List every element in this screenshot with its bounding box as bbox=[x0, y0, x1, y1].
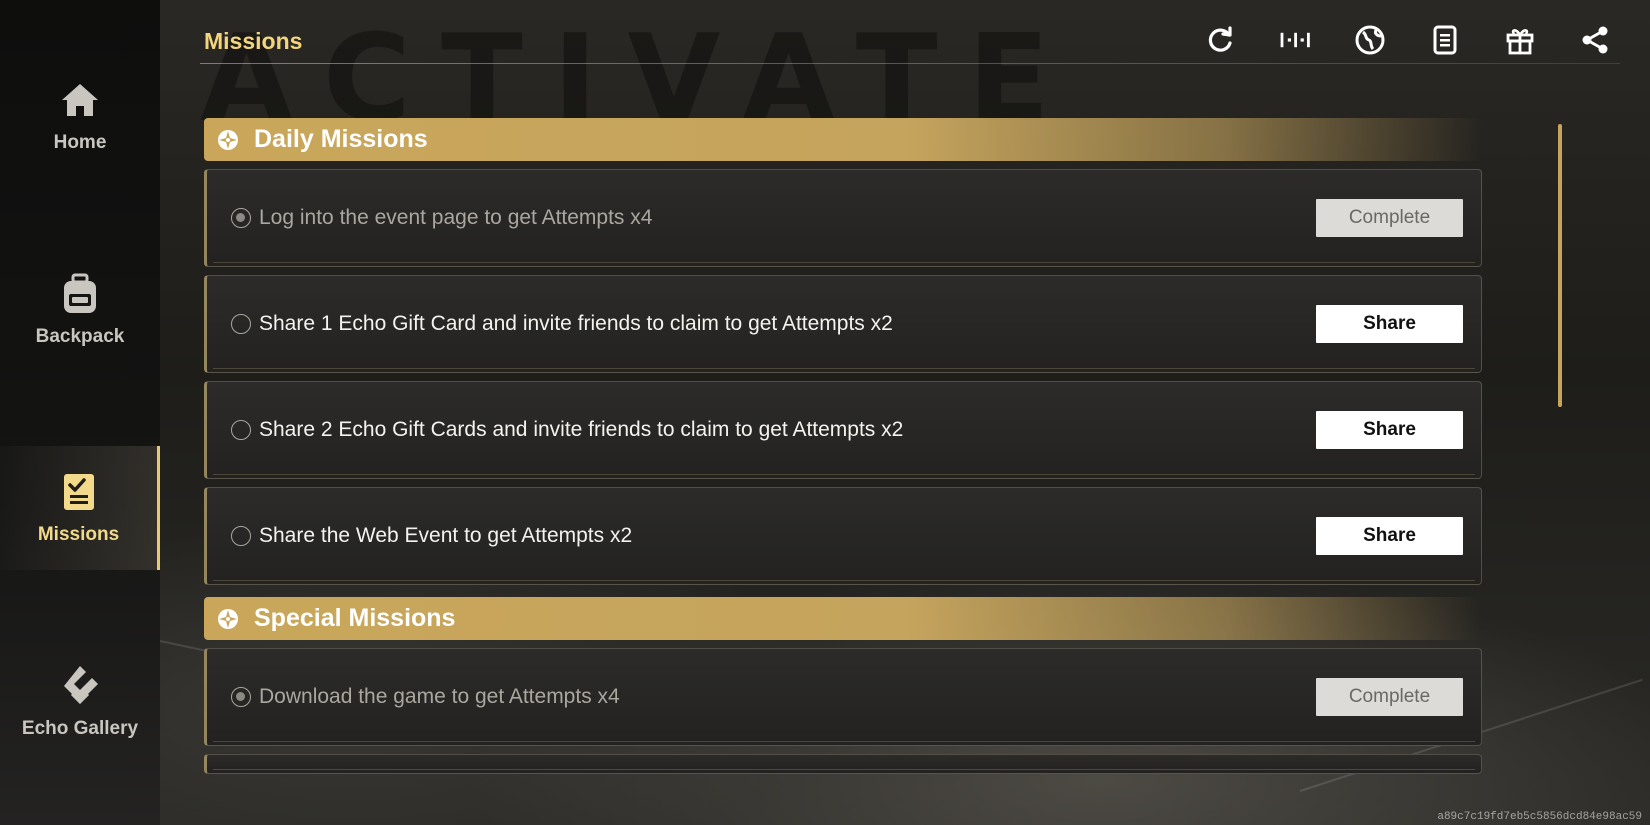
sidebar-item-label: Backpack bbox=[35, 326, 125, 347]
missions-clipboard-icon bbox=[63, 474, 94, 510]
mission-status-radio bbox=[231, 687, 251, 707]
missions-list: Daily Missions Log into the event page t… bbox=[204, 118, 1482, 774]
progress-button[interactable] bbox=[1257, 22, 1332, 58]
complete-button[interactable]: Complete bbox=[1316, 199, 1463, 237]
sidebar-item-label: Home bbox=[53, 132, 107, 153]
globe-icon bbox=[1355, 25, 1384, 55]
header-divider bbox=[200, 63, 1620, 64]
sidebar-item-label: Missions bbox=[37, 524, 120, 545]
progress-dots-icon bbox=[1280, 32, 1310, 48]
sidebar-item-label: Echo Gallery bbox=[21, 718, 139, 739]
compass-star-icon bbox=[218, 608, 238, 629]
sidebar-item-backpack[interactable]: Backpack bbox=[0, 248, 160, 372]
notes-icon bbox=[1433, 25, 1456, 55]
mission-status-radio bbox=[231, 420, 251, 440]
sidebar-item-home[interactable]: Home bbox=[0, 54, 160, 178]
refresh-icon bbox=[1208, 26, 1232, 52]
gift-button[interactable] bbox=[1482, 22, 1557, 58]
section-header-special: Special Missions bbox=[204, 597, 1482, 640]
toolbar bbox=[1182, 22, 1632, 58]
section-header-daily: Daily Missions bbox=[204, 118, 1482, 161]
section-title: Special Missions bbox=[254, 604, 456, 632]
mission-status-radio bbox=[231, 314, 251, 334]
mission-item-partial bbox=[204, 754, 1482, 774]
share-icon bbox=[1582, 26, 1607, 54]
mission-item: Download the game to get Attempts x4 Com… bbox=[204, 648, 1482, 746]
section-title: Daily Missions bbox=[254, 125, 428, 153]
sidebar: Home Backpack Missions Echo Gallery bbox=[0, 0, 160, 825]
notes-button[interactable] bbox=[1407, 22, 1482, 58]
share-button[interactable]: Share bbox=[1316, 411, 1463, 449]
mission-status-radio bbox=[231, 208, 251, 228]
compass-star-icon bbox=[218, 129, 238, 150]
mission-text: Share 1 Echo Gift Card and invite friend… bbox=[259, 312, 893, 335]
mission-text: Share the Web Event to get Attempts x2 bbox=[259, 524, 633, 547]
mission-item: Share the Web Event to get Attempts x2 S… bbox=[204, 487, 1482, 585]
watermark: a89c7c19fd7eb5c5856dcd84e98ac59 bbox=[1437, 811, 1642, 823]
mission-item: Share 1 Echo Gift Card and invite friend… bbox=[204, 275, 1482, 373]
mission-text: Share 2 Echo Gift Cards and invite frien… bbox=[259, 418, 904, 441]
mission-status-radio bbox=[231, 526, 251, 546]
page-title: Missions bbox=[204, 28, 303, 54]
share-button[interactable]: Share bbox=[1316, 517, 1463, 555]
mission-item: Log into the event page to get Attempts … bbox=[204, 169, 1482, 267]
home-icon bbox=[62, 84, 98, 116]
share-header-button[interactable] bbox=[1557, 22, 1632, 58]
share-button[interactable]: Share bbox=[1316, 305, 1463, 343]
mission-item: Share 2 Echo Gift Cards and invite frien… bbox=[204, 381, 1482, 479]
sidebar-item-missions[interactable]: Missions bbox=[0, 446, 160, 570]
gift-icon bbox=[1506, 29, 1533, 55]
mission-text: Log into the event page to get Attempts … bbox=[259, 206, 653, 229]
mission-text: Download the game to get Attempts x4 bbox=[259, 685, 620, 708]
refresh-button[interactable] bbox=[1182, 22, 1257, 58]
complete-button[interactable]: Complete bbox=[1316, 678, 1463, 716]
sidebar-item-echo-gallery[interactable]: Echo Gallery bbox=[0, 640, 160, 764]
language-button[interactable] bbox=[1332, 22, 1407, 58]
scrollbar[interactable] bbox=[1558, 124, 1562, 407]
backpack-icon bbox=[64, 273, 96, 313]
echo-gallery-icon bbox=[64, 666, 98, 705]
